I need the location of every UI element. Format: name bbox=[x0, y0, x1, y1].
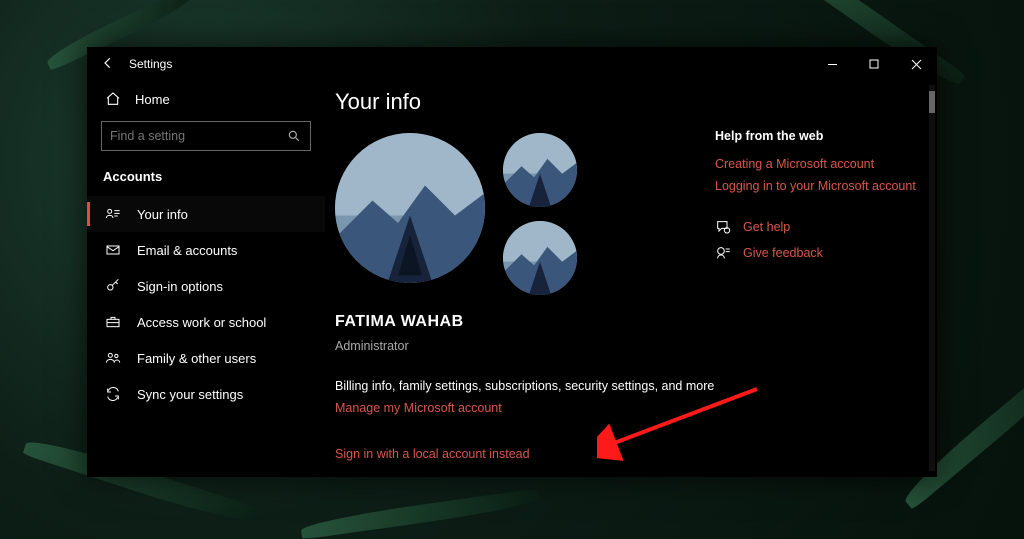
avatar-group bbox=[335, 129, 715, 303]
content-area: Your info FATIMA WAHAB bbox=[325, 47, 937, 477]
briefcase-icon bbox=[105, 314, 121, 330]
give-feedback-row[interactable]: Give feedback bbox=[715, 245, 927, 261]
sidebar-item-signin-options[interactable]: Sign-in options bbox=[87, 268, 325, 304]
help-link-create-account[interactable]: Creating a Microsoft account bbox=[715, 157, 927, 171]
local-account-link[interactable]: Sign in with a local account instead bbox=[335, 447, 530, 461]
avatar-small-1[interactable] bbox=[503, 133, 577, 207]
settings-window: Settings Home Accounts Your info bbox=[87, 47, 937, 477]
help-header: Help from the web bbox=[715, 129, 927, 143]
sidebar-item-label: Sync your settings bbox=[137, 387, 243, 402]
sidebar-item-home[interactable]: Home bbox=[87, 81, 325, 117]
sidebar-section-header: Accounts bbox=[87, 165, 325, 196]
help-chat-icon bbox=[715, 219, 731, 235]
sidebar-item-access-work[interactable]: Access work or school bbox=[87, 304, 325, 340]
scrollbar-thumb[interactable] bbox=[929, 91, 935, 113]
sidebar: Settings Home Accounts Your info bbox=[87, 47, 325, 477]
user-role: Administrator bbox=[335, 339, 715, 353]
sidebar-item-your-info[interactable]: Your info bbox=[87, 196, 325, 232]
feedback-icon bbox=[715, 245, 731, 261]
home-label: Home bbox=[135, 92, 170, 107]
window-title: Settings bbox=[129, 57, 172, 71]
sidebar-item-family[interactable]: Family & other users bbox=[87, 340, 325, 376]
sidebar-item-label: Your info bbox=[137, 207, 188, 222]
get-help-label: Get help bbox=[743, 220, 790, 234]
give-feedback-label: Give feedback bbox=[743, 246, 823, 260]
search-input[interactable] bbox=[110, 129, 286, 143]
key-icon bbox=[105, 278, 121, 294]
titlebar: Settings bbox=[87, 47, 325, 81]
get-help-row[interactable]: Get help bbox=[715, 219, 927, 235]
avatar-small-2[interactable] bbox=[503, 221, 577, 295]
search-icon bbox=[286, 128, 302, 144]
sidebar-item-label: Family & other users bbox=[137, 351, 256, 366]
mail-icon bbox=[105, 242, 121, 258]
back-button[interactable] bbox=[99, 56, 117, 73]
sidebar-item-label: Email & accounts bbox=[137, 243, 237, 258]
avatar-large bbox=[335, 133, 485, 283]
sidebar-item-label: Sign-in options bbox=[137, 279, 223, 294]
manage-account-link[interactable]: Manage my Microsoft account bbox=[335, 401, 502, 415]
search-box[interactable] bbox=[101, 121, 311, 151]
scrollbar[interactable] bbox=[929, 85, 935, 471]
sidebar-item-label: Access work or school bbox=[137, 315, 266, 330]
sync-icon bbox=[105, 386, 121, 402]
person-card-icon bbox=[105, 206, 121, 222]
sidebar-item-sync[interactable]: Sync your settings bbox=[87, 376, 325, 412]
page-title: Your info bbox=[335, 89, 927, 115]
people-icon bbox=[105, 350, 121, 366]
sidebar-item-email-accounts[interactable]: Email & accounts bbox=[87, 232, 325, 268]
home-icon bbox=[105, 91, 121, 107]
help-link-login-account[interactable]: Logging in to your Microsoft account bbox=[715, 179, 927, 193]
sidebar-nav: Your info Email & accounts Sign-in optio… bbox=[87, 196, 325, 412]
billing-info-text: Billing info, family settings, subscript… bbox=[335, 379, 715, 393]
user-name: FATIMA WAHAB bbox=[335, 313, 715, 331]
